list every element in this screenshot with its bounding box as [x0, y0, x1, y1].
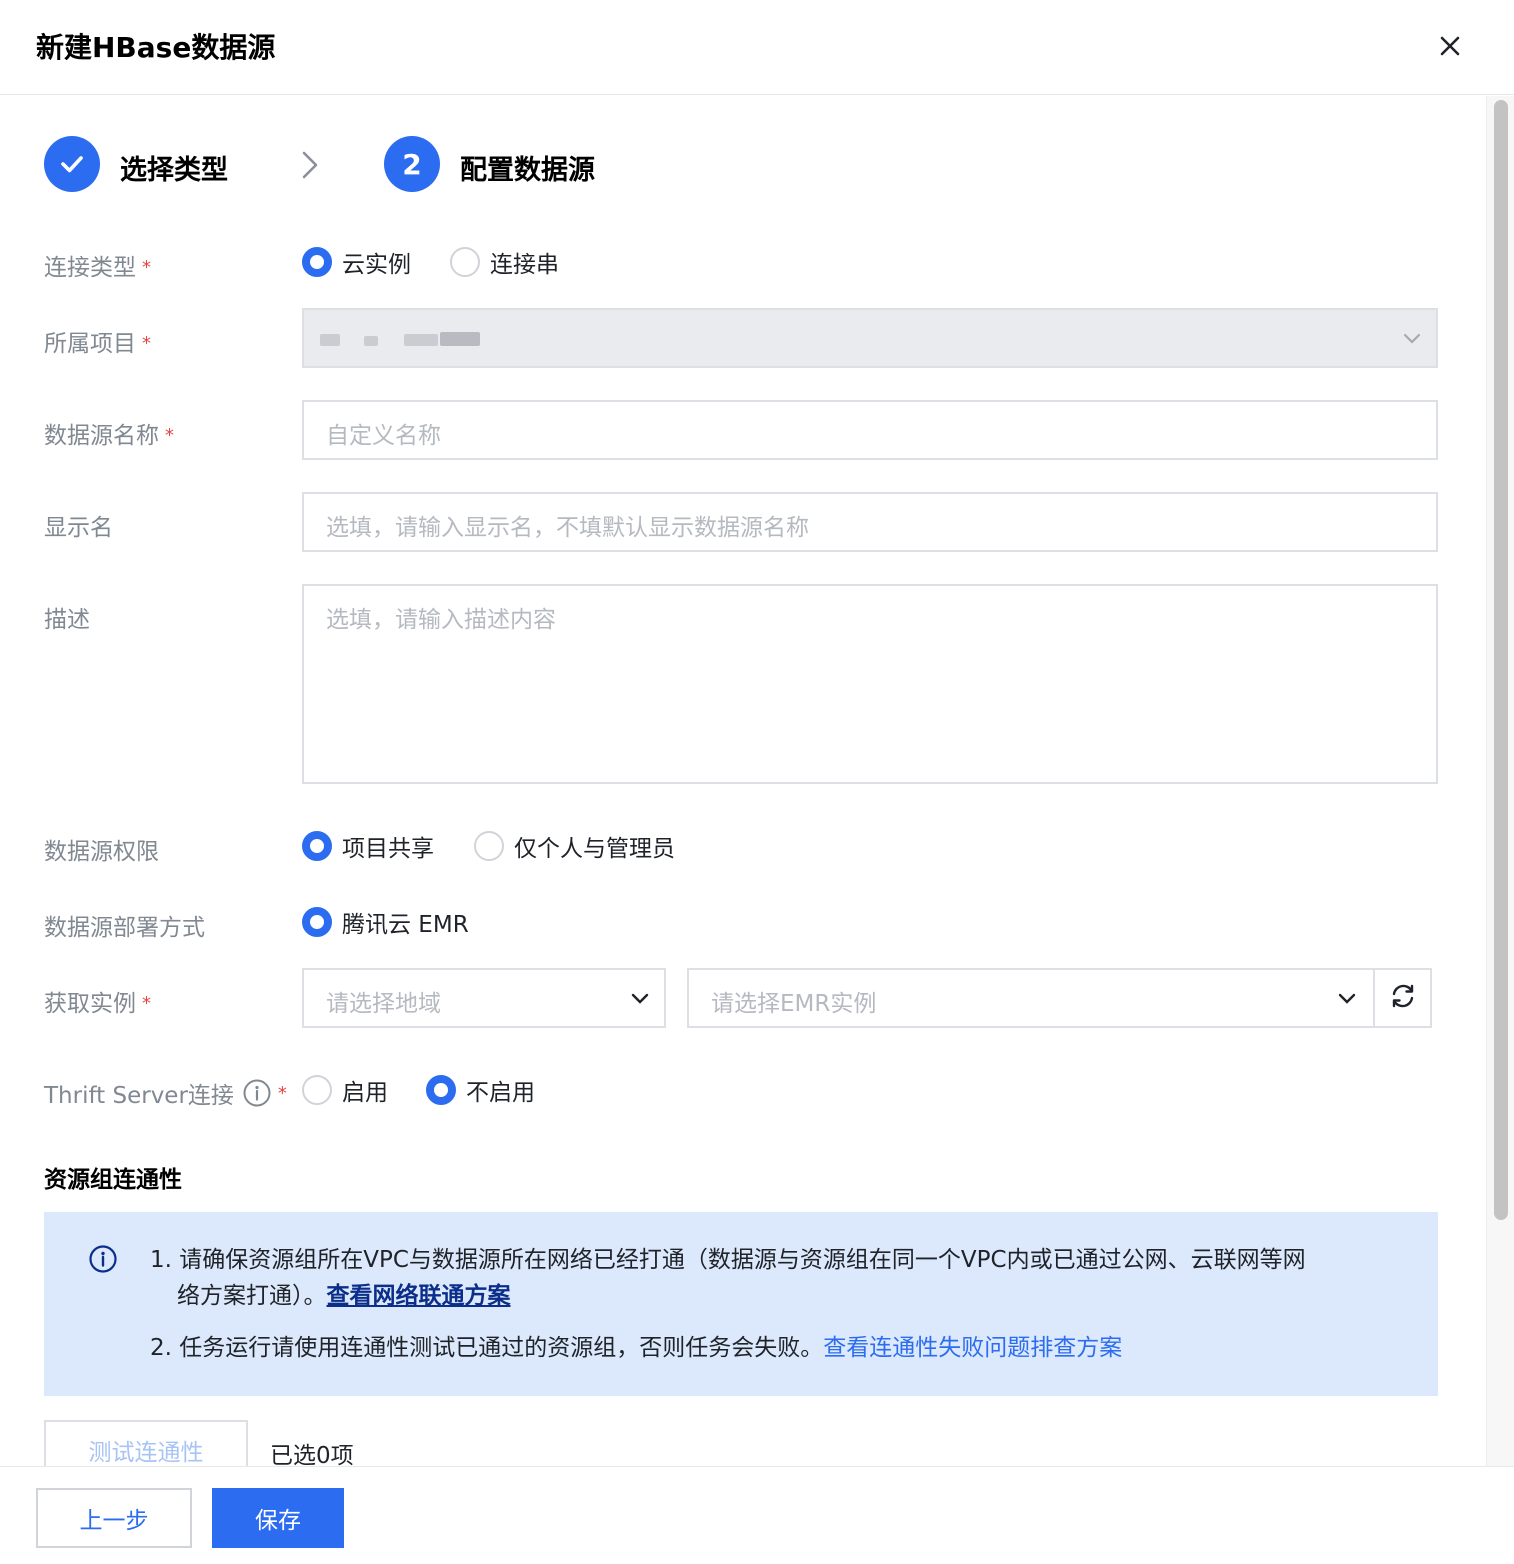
troubleshoot-link[interactable]: 查看连通性失败问题排查方案 — [823, 1335, 1122, 1361]
connectivity-notice: 1. 请确保资源组所在VPC与数据源所在网络已经打通（数据源与资源组在同一个VP… — [44, 1212, 1438, 1396]
display-name-input[interactable]: 选填，请输入显示名，不填默认显示数据源名称 — [302, 492, 1438, 552]
step-1-check-icon — [44, 136, 100, 192]
selected-count: 已选0项 — [270, 1443, 354, 1469]
deploy-label: 数据源部署方式 — [44, 915, 205, 941]
chevron-down-icon — [630, 990, 650, 1010]
radio-dot — [302, 247, 332, 277]
chevron-down-icon — [1402, 330, 1422, 350]
connection-type-label: 连接类型 * — [44, 255, 151, 281]
project-label: 所属项目 * — [44, 331, 151, 357]
step-2-number: 2 — [384, 136, 440, 192]
datasource-name-input[interactable]: 自定义名称 — [302, 400, 1438, 460]
radio-dot — [426, 1075, 456, 1105]
dialog-header: 新建HBase数据源 — [0, 0, 1514, 95]
scrollbar-thumb[interactable] — [1494, 100, 1508, 1220]
permission-label: 数据源权限 — [44, 839, 159, 865]
radio-personal-admin[interactable]: 仅个人与管理员 — [474, 829, 675, 863]
region-select[interactable]: 请选择地域 — [302, 968, 666, 1028]
notice-item-2: 2. 任务运行请使用连通性测试已通过的资源组，否则任务会失败。查看连通性失败问题… — [150, 1335, 1123, 1361]
prev-step-button[interactable]: 上一步 — [36, 1488, 192, 1548]
notice-item-1: 1. 请确保资源组所在VPC与数据源所在网络已经打通（数据源与资源组在同一个VP… — [150, 1247, 1306, 1273]
close-icon[interactable] — [1432, 28, 1468, 64]
save-button[interactable]: 保存 — [212, 1488, 344, 1548]
chevron-down-icon — [1337, 990, 1357, 1010]
radio-dot — [302, 907, 332, 937]
emr-instance-select[interactable]: 请选择EMR实例 — [687, 968, 1375, 1028]
dialog-title: 新建HBase数据源 — [36, 31, 276, 64]
display-name-label: 显示名 — [44, 515, 113, 541]
radio-dot — [302, 1075, 332, 1105]
radio-thrift-enable[interactable]: 启用 — [302, 1073, 388, 1107]
description-textarea[interactable]: 选填，请输入描述内容 — [302, 584, 1438, 784]
refresh-button[interactable] — [1373, 968, 1432, 1028]
radio-connection-string[interactable]: 连接串 — [450, 245, 559, 279]
step-2-label: 配置数据源 — [460, 155, 595, 186]
radio-project-shared[interactable]: 项目共享 — [302, 829, 434, 863]
refresh-icon — [1388, 981, 1418, 1015]
radio-dot — [450, 247, 480, 277]
radio-tencent-emr[interactable]: 腾讯云 EMR — [302, 905, 469, 939]
network-plan-link[interactable]: 查看网络联通方案 — [327, 1283, 511, 1309]
step-1-label: 选择类型 — [120, 155, 228, 186]
radio-cloud-instance[interactable]: 云实例 — [302, 245, 411, 279]
radio-dot — [474, 831, 504, 861]
radio-dot — [302, 831, 332, 861]
notice-item-1-cont: 络方案打通）。查看网络联通方案 — [177, 1283, 511, 1309]
chevron-right-icon — [298, 150, 322, 184]
connectivity-title: 资源组连通性 — [44, 1167, 182, 1193]
info-icon[interactable] — [242, 1078, 272, 1108]
instance-label: 获取实例 * — [44, 991, 151, 1017]
project-select — [302, 308, 1438, 368]
datasource-name-label: 数据源名称 * — [44, 423, 174, 449]
description-label: 描述 — [44, 607, 90, 633]
radio-thrift-disable[interactable]: 不启用 — [426, 1073, 535, 1107]
thrift-label: Thrift Server连接 * — [44, 1076, 287, 1110]
info-icon — [88, 1244, 118, 1278]
